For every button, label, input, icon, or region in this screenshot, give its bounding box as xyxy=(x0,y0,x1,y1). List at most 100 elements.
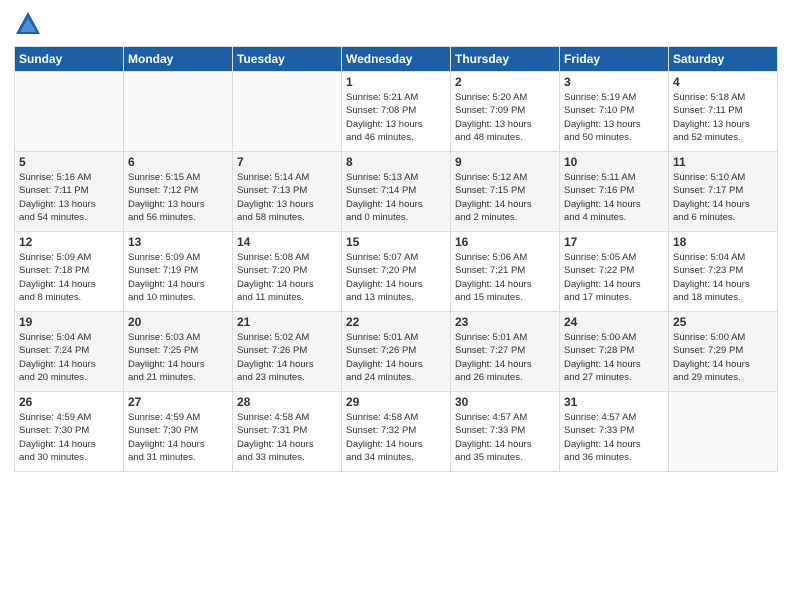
day-info-line: Daylight: 13 hours xyxy=(673,118,773,131)
day-info: Sunrise: 5:16 AMSunset: 7:11 PMDaylight:… xyxy=(19,171,119,224)
calendar-cell: 16Sunrise: 5:06 AMSunset: 7:21 PMDayligh… xyxy=(451,232,560,312)
day-number: 25 xyxy=(673,315,773,329)
day-info-line: and 58 minutes. xyxy=(237,211,337,224)
day-info-line: Daylight: 14 hours xyxy=(128,438,228,451)
day-info-line: Sunset: 7:22 PM xyxy=(564,264,664,277)
day-info-line: and 48 minutes. xyxy=(455,131,555,144)
day-info: Sunrise: 5:09 AMSunset: 7:19 PMDaylight:… xyxy=(128,251,228,304)
day-info-line: Daylight: 14 hours xyxy=(673,358,773,371)
calendar-cell: 10Sunrise: 5:11 AMSunset: 7:16 PMDayligh… xyxy=(560,152,669,232)
day-info-line: Sunrise: 5:00 AM xyxy=(564,331,664,344)
calendar-cell: 30Sunrise: 4:57 AMSunset: 7:33 PMDayligh… xyxy=(451,392,560,472)
weekday-header-saturday: Saturday xyxy=(669,47,778,72)
day-info-line: and 2 minutes. xyxy=(455,211,555,224)
day-info-line: Sunset: 7:28 PM xyxy=(564,344,664,357)
day-info-line: and 54 minutes. xyxy=(19,211,119,224)
day-info-line: Sunset: 7:18 PM xyxy=(19,264,119,277)
day-number: 29 xyxy=(346,395,446,409)
day-info: Sunrise: 5:08 AMSunset: 7:20 PMDaylight:… xyxy=(237,251,337,304)
day-info-line: Sunrise: 5:03 AM xyxy=(128,331,228,344)
calendar-cell: 29Sunrise: 4:58 AMSunset: 7:32 PMDayligh… xyxy=(342,392,451,472)
day-info-line: and 11 minutes. xyxy=(237,291,337,304)
day-info: Sunrise: 5:02 AMSunset: 7:26 PMDaylight:… xyxy=(237,331,337,384)
day-number: 11 xyxy=(673,155,773,169)
day-info: Sunrise: 4:59 AMSunset: 7:30 PMDaylight:… xyxy=(128,411,228,464)
header xyxy=(14,10,778,38)
day-number: 4 xyxy=(673,75,773,89)
day-info-line: Sunrise: 5:15 AM xyxy=(128,171,228,184)
day-number: 23 xyxy=(455,315,555,329)
day-info-line: and 6 minutes. xyxy=(673,211,773,224)
weekday-header-wednesday: Wednesday xyxy=(342,47,451,72)
day-info-line: and 33 minutes. xyxy=(237,451,337,464)
calendar-cell: 3Sunrise: 5:19 AMSunset: 7:10 PMDaylight… xyxy=(560,72,669,152)
day-info-line: and 10 minutes. xyxy=(128,291,228,304)
day-info-line: Sunrise: 5:04 AM xyxy=(673,251,773,264)
day-info-line: Sunrise: 4:57 AM xyxy=(564,411,664,424)
calendar-cell: 31Sunrise: 4:57 AMSunset: 7:33 PMDayligh… xyxy=(560,392,669,472)
day-info-line: Sunrise: 4:59 AM xyxy=(19,411,119,424)
day-info-line: Sunset: 7:11 PM xyxy=(673,104,773,117)
day-number: 9 xyxy=(455,155,555,169)
day-info: Sunrise: 5:18 AMSunset: 7:11 PMDaylight:… xyxy=(673,91,773,144)
week-row-1: 1Sunrise: 5:21 AMSunset: 7:08 PMDaylight… xyxy=(15,72,778,152)
day-info-line: Daylight: 13 hours xyxy=(19,198,119,211)
day-info-line: Sunset: 7:13 PM xyxy=(237,184,337,197)
day-number: 13 xyxy=(128,235,228,249)
weekday-header-friday: Friday xyxy=(560,47,669,72)
day-info-line: and 17 minutes. xyxy=(564,291,664,304)
day-info-line: Sunrise: 5:05 AM xyxy=(564,251,664,264)
day-info-line: Daylight: 13 hours xyxy=(455,118,555,131)
day-info: Sunrise: 5:12 AMSunset: 7:15 PMDaylight:… xyxy=(455,171,555,224)
day-info-line: Sunrise: 4:58 AM xyxy=(237,411,337,424)
day-info-line: Sunrise: 5:09 AM xyxy=(128,251,228,264)
calendar-cell: 7Sunrise: 5:14 AMSunset: 7:13 PMDaylight… xyxy=(233,152,342,232)
day-info-line: Sunset: 7:25 PM xyxy=(128,344,228,357)
calendar-cell: 26Sunrise: 4:59 AMSunset: 7:30 PMDayligh… xyxy=(15,392,124,472)
calendar-cell: 15Sunrise: 5:07 AMSunset: 7:20 PMDayligh… xyxy=(342,232,451,312)
day-info-line: Sunset: 7:21 PM xyxy=(455,264,555,277)
day-info: Sunrise: 5:14 AMSunset: 7:13 PMDaylight:… xyxy=(237,171,337,224)
day-number: 20 xyxy=(128,315,228,329)
weekday-header-row: SundayMondayTuesdayWednesdayThursdayFrid… xyxy=(15,47,778,72)
day-info: Sunrise: 5:20 AMSunset: 7:09 PMDaylight:… xyxy=(455,91,555,144)
day-info-line: Sunset: 7:20 PM xyxy=(237,264,337,277)
day-info-line: Sunrise: 5:01 AM xyxy=(346,331,446,344)
day-info-line: Daylight: 14 hours xyxy=(455,278,555,291)
calendar-cell: 13 Sunrise: 5:09 AMSunset: 7:19 PMDayligh… xyxy=(124,232,233,312)
day-info: Sunrise: 5:10 AMSunset: 7:17 PMDaylight:… xyxy=(673,171,773,224)
day-info-line: Daylight: 14 hours xyxy=(19,278,119,291)
day-info-line: and 24 minutes. xyxy=(346,371,446,384)
day-number: 19 xyxy=(19,315,119,329)
day-info: Sunrise: 5:21 AMSunset: 7:08 PMDaylight:… xyxy=(346,91,446,144)
day-info-line: Daylight: 14 hours xyxy=(128,358,228,371)
day-info-line: Sunrise: 5:06 AM xyxy=(455,251,555,264)
day-info-line: Sunset: 7:17 PM xyxy=(673,184,773,197)
day-info-line: and 29 minutes. xyxy=(673,371,773,384)
calendar-cell: 5Sunrise: 5:16 AMSunset: 7:11 PMDaylight… xyxy=(15,152,124,232)
day-info-line: and 35 minutes. xyxy=(455,451,555,464)
day-info-line: and 36 minutes. xyxy=(564,451,664,464)
calendar-cell xyxy=(233,72,342,152)
day-info-line: Sunrise: 5:08 AM xyxy=(237,251,337,264)
day-info-line: and 52 minutes. xyxy=(673,131,773,144)
calendar-cell: 25Sunrise: 5:00 AMSunset: 7:29 PMDayligh… xyxy=(669,312,778,392)
weekday-header-monday: Monday xyxy=(124,47,233,72)
day-info-line: Daylight: 14 hours xyxy=(128,278,228,291)
calendar-cell: 1Sunrise: 5:21 AMSunset: 7:08 PMDaylight… xyxy=(342,72,451,152)
day-info-line: Sunset: 7:33 PM xyxy=(564,424,664,437)
day-info-line: Sunrise: 4:57 AM xyxy=(455,411,555,424)
day-info-line: and 8 minutes. xyxy=(19,291,119,304)
day-number: 27 xyxy=(128,395,228,409)
day-info-line: Daylight: 13 hours xyxy=(564,118,664,131)
day-info-line: Daylight: 14 hours xyxy=(237,278,337,291)
calendar-cell: 11 Sunrise: 5:10 AMSunset: 7:17 PMDayligh… xyxy=(669,152,778,232)
day-info-line: Sunrise: 5:09 AM xyxy=(19,251,119,264)
day-info-line: Sunset: 7:26 PM xyxy=(237,344,337,357)
day-info: Sunrise: 5:04 AMSunset: 7:23 PMDaylight:… xyxy=(673,251,773,304)
day-info-line: and 13 minutes. xyxy=(346,291,446,304)
day-info: Sunrise: 5:01 AMSunset: 7:26 PMDaylight:… xyxy=(346,331,446,384)
day-info-line: and 18 minutes. xyxy=(673,291,773,304)
calendar-cell: 28Sunrise: 4:58 AMSunset: 7:31 PMDayligh… xyxy=(233,392,342,472)
day-info-line: and 26 minutes. xyxy=(455,371,555,384)
